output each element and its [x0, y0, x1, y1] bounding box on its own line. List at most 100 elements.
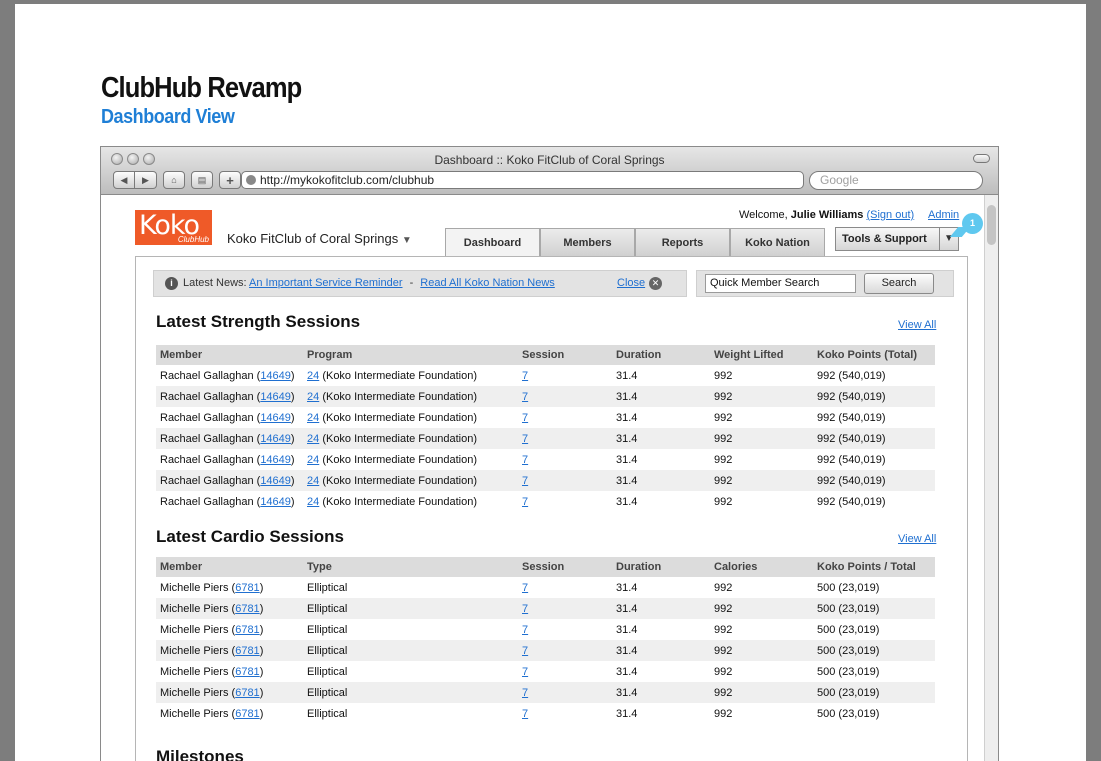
session-link[interactable]: 7: [522, 687, 528, 699]
member-id-link[interactable]: 14649: [260, 391, 291, 403]
session-link[interactable]: 7: [522, 666, 528, 678]
member-id-link[interactable]: 14649: [260, 475, 291, 487]
club-selector[interactable]: Koko FitClub of Coral Springs ▼: [227, 231, 412, 246]
session-cell: 7: [518, 365, 612, 386]
tab-reports[interactable]: Reports: [635, 228, 730, 256]
tab-members[interactable]: Members: [540, 228, 635, 256]
toolbar-toggle-button[interactable]: [973, 154, 990, 163]
forward-arrow-icon: ▶: [142, 174, 149, 185]
session-link[interactable]: 7: [522, 475, 528, 487]
koko-logo[interactable]: Koko ClubHub: [135, 210, 212, 245]
session-link[interactable]: 7: [522, 708, 528, 720]
member-id-link[interactable]: 6781: [235, 708, 259, 720]
search-button[interactable]: Search: [864, 273, 934, 294]
member-name: Rachael Gallaghan: [160, 474, 254, 487]
scrollbar-thumb[interactable]: [987, 205, 996, 245]
session-cell: 7: [518, 470, 612, 491]
session-link[interactable]: 7: [522, 645, 528, 657]
member-id-link[interactable]: 14649: [260, 370, 291, 382]
news-close-link[interactable]: Close: [617, 271, 645, 296]
close-circle-icon[interactable]: ✕: [649, 277, 662, 290]
session-link[interactable]: 7: [522, 624, 528, 636]
table-row: Rachael Gallaghan (14649) 24 (Koko Interm…: [156, 386, 935, 407]
print-button[interactable]: ▤: [191, 171, 213, 189]
vertical-scrollbar[interactable]: [984, 195, 998, 761]
tools-support-dropdown[interactable]: Tools & Support ▼: [835, 227, 959, 251]
back-button[interactable]: ◀: [113, 171, 135, 189]
column-header[interactable]: Duration: [612, 557, 710, 577]
session-link[interactable]: 7: [522, 433, 528, 445]
session-link[interactable]: 7: [522, 496, 528, 508]
program-id-link[interactable]: 24: [307, 475, 319, 487]
quick-member-search-input[interactable]: Quick Member Search: [705, 274, 856, 293]
member-cell: Michelle Piers (6781): [160, 623, 264, 636]
news-link-all-news[interactable]: Read All Koko Nation News: [420, 277, 555, 289]
session-cell: 7: [518, 619, 612, 640]
url-text: http://mykokofitclub.com/clubhub: [260, 173, 435, 187]
member-cell: Rachael Gallaghan (14649): [156, 386, 303, 407]
duration-cell: 31.4: [612, 386, 710, 407]
column-header[interactable]: Calories: [710, 557, 813, 577]
session-link[interactable]: 7: [522, 391, 528, 403]
cardio-view-all-link[interactable]: View All: [898, 533, 936, 545]
tab-koko-nation[interactable]: Koko Nation: [730, 228, 825, 256]
tab-dashboard[interactable]: Dashboard: [445, 228, 540, 256]
strength-view-all-link[interactable]: View All: [898, 319, 936, 331]
member-cell: Michelle Piers (6781): [156, 682, 303, 703]
dashboard-panel: i Latest News: An Important Service Remi…: [135, 256, 968, 761]
add-bookmark-button[interactable]: +: [219, 171, 241, 189]
address-bar[interactable]: http://mykokofitclub.com/clubhub: [241, 171, 804, 189]
member-id-link[interactable]: 6781: [235, 582, 259, 594]
column-header[interactable]: Member: [156, 557, 303, 577]
session-link[interactable]: 7: [522, 454, 528, 466]
column-header[interactable]: Session: [518, 557, 612, 577]
duration-cell: 31.4: [616, 411, 638, 424]
forward-button[interactable]: ▶: [135, 171, 157, 189]
duration-cell: 31.4: [616, 665, 638, 678]
column-header[interactable]: Duration: [612, 345, 710, 365]
session-link[interactable]: 7: [522, 582, 528, 594]
member-id-link[interactable]: 14649: [260, 496, 291, 508]
admin-link[interactable]: Admin: [928, 209, 959, 221]
program-name: (Koko Intermediate Foundation): [322, 495, 478, 508]
member-id-link[interactable]: 6781: [235, 687, 259, 699]
session-link[interactable]: 7: [522, 370, 528, 382]
column-header[interactable]: Koko Points (Total): [813, 345, 935, 365]
browser-search-input[interactable]: Google: [809, 171, 983, 190]
home-icon: ⌂: [171, 175, 177, 185]
program-cell: 24 (Koko Intermediate Foundation): [303, 407, 518, 428]
member-id-link[interactable]: 6781: [235, 624, 259, 636]
column-header[interactable]: Member: [156, 345, 303, 365]
program-id-link[interactable]: 24: [307, 496, 319, 508]
session-link[interactable]: 7: [522, 603, 528, 615]
quick-search-box: Quick Member Search Search: [696, 270, 954, 297]
column-header[interactable]: Program: [303, 345, 518, 365]
program-id-link[interactable]: 24: [307, 370, 319, 382]
column-header[interactable]: Type: [303, 557, 518, 577]
program-id-link[interactable]: 24: [307, 412, 319, 424]
member-id-link[interactable]: 14649: [260, 454, 291, 466]
member-id-link[interactable]: 6781: [235, 645, 259, 657]
duration-cell: 31.4: [616, 453, 638, 466]
session-cell: 7: [518, 491, 612, 512]
program-id-link[interactable]: 24: [307, 433, 319, 445]
member-id-link[interactable]: 6781: [235, 666, 259, 678]
column-header[interactable]: Koko Points / Total: [813, 557, 935, 577]
duration-cell: 31.4: [612, 470, 710, 491]
sign-out-link[interactable]: (Sign out): [866, 209, 914, 221]
member-id-link[interactable]: 14649: [260, 433, 291, 445]
home-button[interactable]: ⌂: [163, 171, 185, 189]
table-row: Rachael Gallaghan (14649) 24 (Koko Interm…: [156, 407, 935, 428]
program-id-link[interactable]: 24: [307, 391, 319, 403]
duration-cell: 31.4: [616, 623, 638, 636]
table-row: Michelle Piers (6781) Elliptical 7 31.4 992 5…: [156, 661, 935, 682]
member-id-link[interactable]: 14649: [260, 412, 291, 424]
column-header[interactable]: Weight Lifted: [710, 345, 813, 365]
duration-cell: 31.4: [616, 369, 638, 382]
program-name: (Koko Intermediate Foundation): [322, 474, 478, 487]
session-link[interactable]: 7: [522, 412, 528, 424]
member-id-link[interactable]: 6781: [235, 603, 259, 615]
news-link-service-reminder[interactable]: An Important Service Reminder: [249, 277, 402, 289]
column-header[interactable]: Session: [518, 345, 612, 365]
program-id-link[interactable]: 24: [307, 454, 319, 466]
